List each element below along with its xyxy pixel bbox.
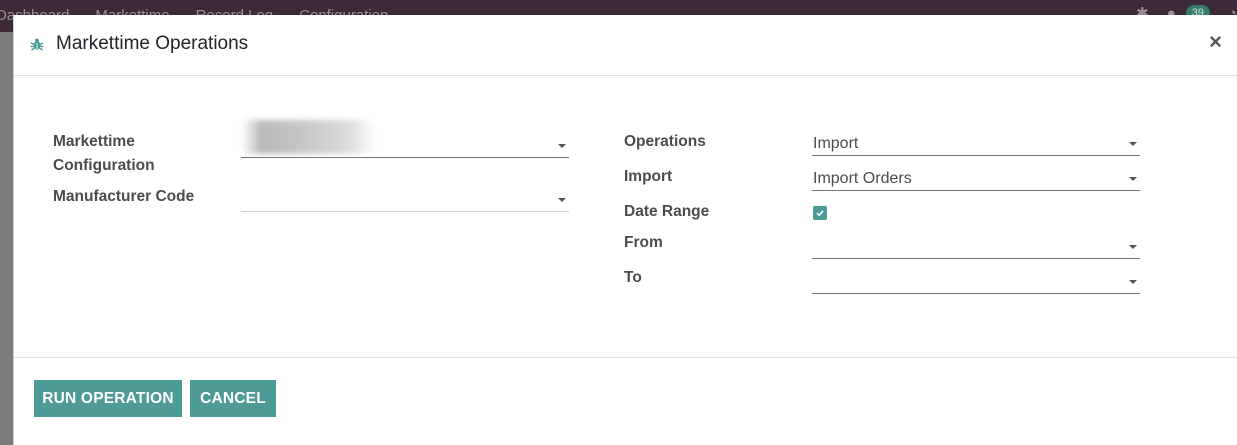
operations-select[interactable]: Import	[812, 132, 1140, 156]
check-icon	[816, 210, 824, 217]
import-label: Import	[624, 168, 673, 185]
modal-backdrop	[0, 32, 14, 445]
operations-dialog: Markettime Operations × Markettime Confi…	[13, 15, 1237, 445]
markettime-configuration-select[interactable]	[241, 120, 569, 158]
date-range-checkbox[interactable]	[813, 206, 827, 220]
dialog-title: Markettime Operations	[56, 33, 249, 54]
dialog-footer: RUN OPERATION CANCEL	[14, 357, 1237, 445]
from-label: From	[624, 234, 663, 251]
caret-down-icon	[558, 198, 566, 202]
dialog-header: Markettime Operations ×	[14, 15, 1237, 76]
caret-down-icon	[1129, 245, 1137, 249]
operations-label: Operations	[624, 133, 706, 150]
caret-down-icon	[1129, 177, 1137, 181]
operations-value: Import	[813, 135, 859, 152]
manufacturer-code-select[interactable]	[241, 188, 569, 212]
manufacturer-code-label: Manufacturer Code	[53, 188, 195, 205]
to-label: To	[624, 269, 642, 286]
date-range-label: Date Range	[624, 203, 710, 220]
bug-icon	[30, 38, 44, 51]
cancel-button[interactable]: CANCEL	[190, 380, 276, 417]
import-value: Import Orders	[813, 170, 912, 187]
caret-down-icon	[1129, 142, 1137, 146]
from-date-input[interactable]	[812, 235, 1140, 259]
to-date-input[interactable]	[812, 270, 1140, 294]
redacted-value	[241, 120, 376, 154]
markettime-configuration-label: Markettime Configuration	[53, 133, 155, 174]
import-select[interactable]: Import Orders	[812, 167, 1140, 191]
caret-down-icon	[558, 144, 566, 148]
run-operation-button[interactable]: RUN OPERATION	[34, 380, 182, 417]
close-icon[interactable]: ×	[1209, 29, 1222, 55]
caret-down-icon	[1129, 280, 1137, 284]
